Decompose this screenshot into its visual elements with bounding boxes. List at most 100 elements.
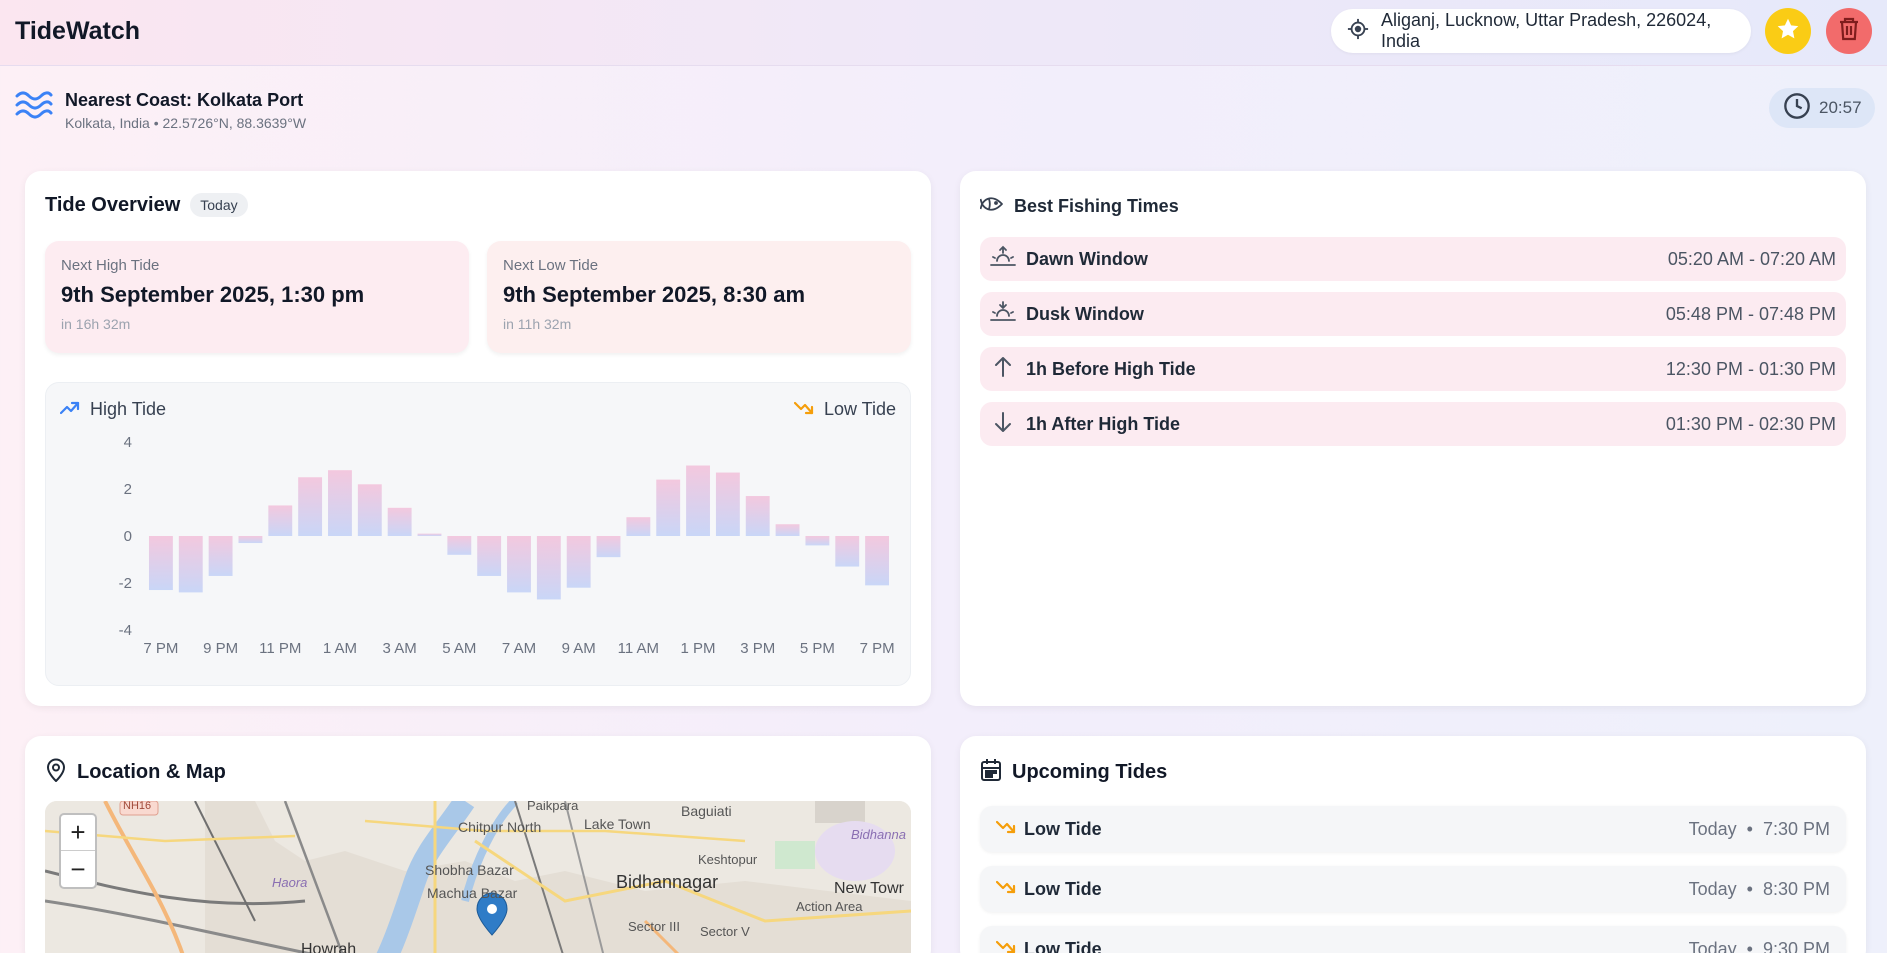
legend-high-tide: High Tide — [59, 399, 166, 420]
upcoming-tide-row: Low Tide Today • 9:30 PM — [980, 926, 1846, 953]
upcoming-tide-when: Today • 9:30 PM — [1689, 939, 1830, 953]
map-label: Baguiati — [681, 803, 732, 819]
upcoming-tide-name: Low Tide — [1024, 878, 1102, 899]
tide-bar[interactable] — [328, 470, 352, 536]
fish-icon — [979, 193, 1004, 220]
map-label: Haora — [272, 875, 308, 890]
x-tick-label: 9 AM — [562, 640, 596, 657]
x-tick-label: 11 PM — [259, 640, 301, 657]
zoom-in-button[interactable]: + — [61, 815, 95, 851]
arrow-down-icon — [990, 410, 1016, 439]
favorite-button[interactable] — [1765, 8, 1811, 54]
coast-title: Nearest Coast: Kolkata Port — [65, 90, 304, 110]
upcoming-tide-row: Low Tide Today • 7:30 PM — [980, 806, 1846, 852]
top-bar: TideWatch Aliganj, Lucknow, Uttar Prades… — [0, 0, 1887, 66]
tide-bar[interactable] — [148, 536, 173, 591]
tide-bar[interactable] — [357, 484, 382, 536]
tide-bar[interactable] — [626, 517, 651, 536]
fishing-window-row: 1h After High Tide 01:30 PM - 02:30 PM — [980, 402, 1846, 446]
x-tick-label: 11 AM — [618, 640, 659, 657]
x-tick-label: 5 PM — [800, 640, 835, 657]
tide-chart: 4 2 0 -2 -4 7 PM 9 PM 11 PM 1 AM 3 AM 5 AM 7 AM 9 AM… — [119, 434, 895, 657]
tide-bar[interactable] — [865, 536, 890, 586]
tide-bar[interactable] — [596, 536, 621, 558]
tide-bar[interactable] — [775, 524, 800, 536]
tide-bar[interactable] — [835, 536, 860, 567]
legend-low-label: Low Tide — [823, 399, 896, 419]
waves-icon — [15, 88, 53, 131]
next-low-tide-label: Next Low Tide — [503, 257, 599, 274]
tide-bar[interactable] — [507, 536, 531, 593]
upcoming-tide-when: Today • 7:30 PM — [1688, 818, 1830, 839]
tide-bar[interactable] — [268, 505, 293, 536]
tide-bar[interactable] — [208, 536, 233, 576]
delete-button[interactable] — [1826, 8, 1872, 54]
fishing-header: Best Fishing Times — [979, 193, 1179, 220]
y-tick-label: -4 — [119, 622, 132, 639]
tide-bar[interactable] — [417, 533, 442, 536]
tide-bar[interactable] — [745, 496, 770, 536]
upcoming-tide-day: Today — [1688, 938, 1737, 953]
legend-low-tide: Low Tide — [793, 399, 896, 420]
y-tick-label: -2 — [119, 575, 132, 592]
tide-bar[interactable] — [656, 479, 681, 536]
next-high-tide-countdown: in 16h 32m — [61, 316, 131, 332]
tide-bar[interactable] — [477, 536, 502, 576]
star-icon — [1775, 16, 1801, 47]
x-tick-label: 5 AM — [442, 640, 476, 657]
fishing-window-time: 05:48 PM - 07:48 PM — [1665, 303, 1836, 324]
y-tick-label: 0 — [124, 528, 132, 545]
tide-bar[interactable] — [536, 536, 561, 600]
fishing-window-name: 1h Before High Tide — [1026, 358, 1196, 379]
tide-overview-header: Tide Overview Today — [45, 193, 248, 217]
map-label: Bidhanna — [851, 827, 906, 842]
fishing-window-name: 1h After High Tide — [1026, 413, 1181, 434]
fishing-window-time: 12:30 PM - 01:30 PM — [1665, 358, 1836, 379]
map-label: Shobha Bazar — [425, 862, 514, 878]
fishing-window-name: Dawn Window — [1026, 248, 1148, 269]
x-tick-label: 3 PM — [740, 640, 775, 657]
map-label: Machua Bazar — [427, 885, 518, 901]
location-map-header: Location & Map — [45, 758, 226, 787]
map-view[interactable]: NH16 Paikpara Baguiati Chitpur North Lak… — [45, 801, 911, 953]
tide-bar[interactable] — [298, 477, 323, 536]
coast-info: Nearest Coast: Kolkata Port Kolkata, Ind… — [15, 88, 306, 131]
upcoming-tide-name: Low Tide — [1024, 818, 1102, 839]
trending-down-icon — [793, 399, 814, 420]
tide-bar[interactable] — [178, 536, 203, 593]
location-selector[interactable]: Aliganj, Lucknow, Uttar Pradesh, 226024,… — [1331, 9, 1751, 53]
upcoming-tide-name: Low Tide — [1024, 938, 1102, 953]
fishing-window-time: 01:30 PM - 02:30 PM — [1665, 413, 1836, 434]
map-label: Action Area — [796, 899, 863, 914]
fishing-window-name: Dusk Window — [1026, 303, 1144, 324]
trash-icon — [1837, 16, 1861, 47]
current-time-badge: 20:57 — [1769, 88, 1875, 128]
upcoming-tide-row: Low Tide Today • 8:30 PM — [980, 866, 1846, 912]
calendar-icon — [980, 758, 1002, 787]
map-label: Bidhannagar — [616, 872, 719, 892]
tide-bar[interactable] — [566, 536, 591, 588]
map-label: NH16 — [123, 801, 152, 812]
tide-bar[interactable] — [686, 465, 710, 537]
zoom-out-button[interactable]: − — [61, 851, 95, 887]
map-label: Howrah — [301, 941, 357, 953]
x-tick-label: 9 PM — [203, 640, 238, 657]
upcoming-tide-day: Today — [1688, 878, 1737, 899]
next-low-tide-box: Next Low Tide 9th September 2025, 8:30 a… — [487, 241, 911, 353]
x-tick-label: 7 PM — [143, 640, 178, 657]
best-fishing-times-card: Best Fishing Times Dawn Window 05:20 AM … — [960, 171, 1866, 706]
tide-bar[interactable] — [387, 507, 412, 536]
sunrise-icon — [990, 245, 1016, 274]
tide-bar[interactable] — [805, 536, 830, 546]
x-tick-label: 7 PM — [860, 640, 895, 657]
fishing-window-row: 1h Before High Tide 12:30 PM - 01:30 PM — [980, 347, 1846, 391]
tide-bar[interactable] — [238, 536, 263, 544]
upcoming-tide-time: 8:30 PM — [1762, 878, 1830, 899]
map-label: Chitpur North — [458, 819, 542, 835]
location-text: Aliganj, Lucknow, Uttar Pradesh, 226024,… — [1381, 10, 1712, 51]
next-high-tide-value: 9th September 2025, 1:30 pm — [61, 282, 365, 307]
map-label: Paikpara — [527, 801, 579, 813]
tide-bar[interactable] — [447, 536, 472, 555]
location-map-card: Location & Map NH16 Paikpara Baguiati Ch… — [25, 736, 931, 953]
tide-bar[interactable] — [715, 472, 740, 536]
